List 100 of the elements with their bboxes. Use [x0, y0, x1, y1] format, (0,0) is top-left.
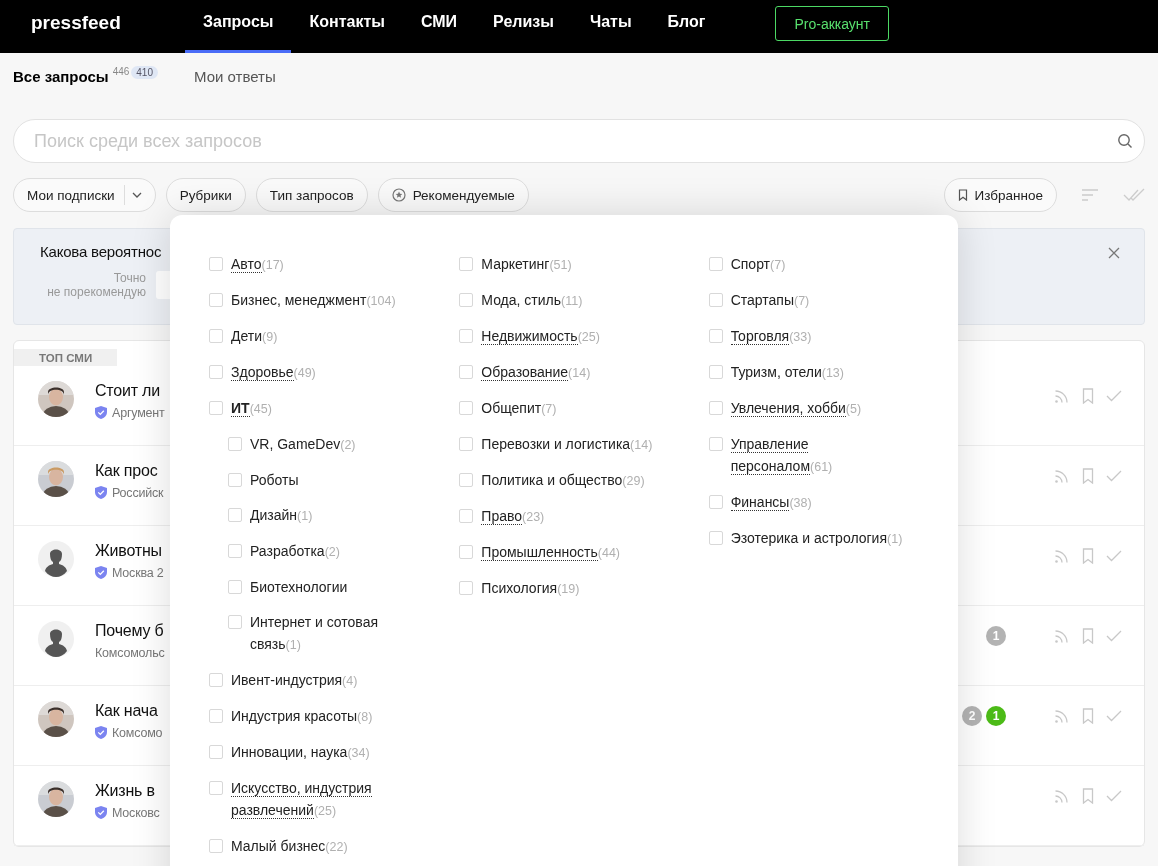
rubric-label[interactable]: Ивент-индустрия(4) [231, 669, 358, 692]
rubric-label[interactable]: VR, GameDev(2) [250, 433, 356, 456]
nav-tab[interactable]: СМИ [402, 0, 476, 53]
checkbox[interactable] [228, 615, 242, 629]
checkbox[interactable] [209, 329, 223, 343]
check-icon[interactable] [1106, 549, 1122, 562]
checkbox[interactable] [459, 257, 474, 271]
rubric-label[interactable]: Туризм, отели(13) [730, 361, 844, 384]
pro-account-button[interactable]: Pro-аккаунт [775, 6, 889, 41]
checkbox[interactable] [209, 673, 223, 687]
bookmark-icon[interactable] [1082, 627, 1094, 644]
requests-tab[interactable]: Все запросы [13, 67, 109, 85]
rubric-label[interactable]: Индустрия красоты(8) [231, 705, 373, 728]
checkbox[interactable] [459, 329, 474, 343]
bookmark-icon[interactable] [1082, 467, 1094, 484]
rubric-label[interactable]: Бизнес, менеджмент(104) [231, 289, 396, 312]
rubric-label[interactable]: Торговля(33) [730, 325, 812, 348]
rubric-label[interactable]: Стартапы(7) [730, 289, 810, 312]
checkbox[interactable] [459, 509, 474, 523]
rubric-label[interactable]: Психология(19) [481, 577, 580, 600]
double-check-icon[interactable] [1123, 188, 1145, 202]
rubric-label[interactable]: Перевозки и логистика(14) [481, 433, 653, 456]
rubric-label[interactable]: Общепит(7) [481, 397, 557, 420]
rubric-label[interactable]: ИТ(45) [231, 397, 272, 420]
checkbox[interactable] [228, 544, 242, 558]
checkbox[interactable] [228, 508, 242, 522]
bookmark-icon[interactable] [1082, 387, 1094, 404]
rubric-label[interactable]: Спорт(7) [730, 253, 786, 276]
search-field[interactable]: Поиск среди всех запросов [13, 119, 1145, 163]
checkbox[interactable] [459, 293, 474, 307]
rubric-label[interactable]: Дизайн(1) [250, 504, 313, 527]
checkbox[interactable] [708, 365, 723, 379]
checkbox[interactable] [459, 437, 474, 451]
filter-chip[interactable]: Рекомендуемые [377, 178, 529, 212]
rubric-label[interactable]: Инновации, наука(34) [231, 741, 370, 764]
rubric-label[interactable]: Дети(9) [231, 325, 278, 348]
checkbox[interactable] [708, 329, 723, 343]
request-title[interactable]: Животны [95, 541, 162, 559]
request-title[interactable]: Жизнь в [95, 781, 155, 799]
rss-icon[interactable] [1054, 547, 1070, 564]
rubric-label[interactable]: Образование(14) [481, 361, 591, 384]
rss-icon[interactable] [1054, 787, 1070, 804]
checkbox[interactable] [209, 293, 223, 307]
close-icon[interactable] [1108, 247, 1120, 259]
checkbox[interactable] [209, 257, 223, 271]
checkbox[interactable] [459, 365, 474, 379]
check-icon[interactable] [1106, 789, 1122, 802]
rubric-label[interactable]: Финансы(38) [730, 491, 812, 514]
checkbox[interactable] [209, 365, 223, 379]
check-icon[interactable] [1106, 469, 1122, 482]
checkbox[interactable] [228, 473, 242, 487]
rubric-label[interactable]: Здоровье(49) [231, 361, 316, 384]
nav-tab[interactable]: Чаты [571, 0, 650, 53]
requests-tab[interactable]: Мои ответы [194, 67, 276, 85]
checkbox[interactable] [708, 401, 723, 415]
checkbox[interactable] [708, 437, 723, 451]
checkbox[interactable] [708, 293, 723, 307]
nav-tab[interactable]: Запросы [185, 0, 292, 53]
nav-tab[interactable]: Релизы [475, 0, 572, 53]
request-title[interactable]: Как прос [95, 461, 158, 479]
rubric-label[interactable]: Маркетинг(51) [481, 253, 572, 276]
rss-icon[interactable] [1054, 627, 1070, 644]
checkbox[interactable] [708, 531, 723, 545]
checkbox[interactable] [459, 473, 474, 487]
nav-tab[interactable]: Контакты [291, 0, 403, 53]
checkbox[interactable] [708, 257, 723, 271]
checkbox[interactable] [209, 401, 223, 415]
rubric-label[interactable]: Мода, стиль(11) [481, 289, 583, 312]
rubric-label[interactable]: Увлечения, хобби(5) [730, 397, 862, 420]
rss-icon[interactable] [1054, 707, 1070, 724]
rss-icon[interactable] [1054, 387, 1070, 404]
request-title[interactable]: Почему б [95, 621, 164, 639]
checkbox[interactable] [209, 839, 223, 853]
rubric-label[interactable]: Роботы [250, 469, 299, 491]
bookmark-icon[interactable] [1082, 787, 1094, 804]
bookmark-icon[interactable] [1082, 707, 1094, 724]
request-title[interactable]: Как нача [95, 701, 158, 719]
request-title[interactable]: Стоит ли [95, 381, 160, 399]
rubric-label[interactable]: Политика и общество(29) [481, 469, 645, 492]
checkbox[interactable] [228, 580, 242, 594]
filter-chip[interactable]: Мои подписки [13, 178, 156, 212]
check-icon[interactable] [1106, 389, 1122, 402]
checkbox[interactable] [209, 781, 223, 795]
sort-icon[interactable] [1081, 188, 1099, 202]
bookmark-icon[interactable] [1082, 547, 1094, 564]
checkbox[interactable] [228, 437, 242, 451]
rss-icon[interactable] [1054, 467, 1070, 484]
rubric-label[interactable]: Разработка(2) [250, 540, 340, 563]
checkbox[interactable] [209, 745, 223, 759]
checkbox[interactable] [459, 581, 474, 595]
rubric-label[interactable]: Эзотерика и астрология(1) [730, 527, 903, 550]
rubric-label[interactable]: Искусство, индустрия развлечений(25) [231, 777, 403, 822]
filter-chip[interactable]: Тип запросов [255, 178, 368, 212]
rubric-label[interactable]: Промышленность(44) [481, 541, 620, 564]
rubric-label[interactable]: Недвижимость(25) [481, 325, 600, 348]
rubric-label[interactable]: Биотехнологии [250, 576, 348, 598]
checkbox[interactable] [459, 545, 474, 559]
filter-chip[interactable]: Рубрики [165, 178, 246, 212]
logo[interactable]: pressfeed [31, 11, 185, 34]
rubric-label[interactable]: Право(23) [481, 505, 545, 528]
